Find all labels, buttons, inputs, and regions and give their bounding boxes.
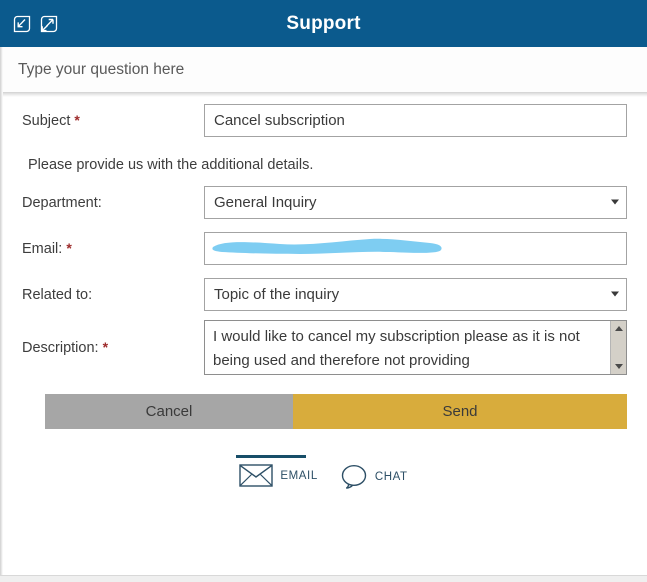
description-label: Description: * <box>22 339 204 356</box>
tab-email[interactable]: EMAIL <box>236 455 318 487</box>
cancel-button[interactable]: Cancel <box>45 394 293 429</box>
department-label-text: Department: <box>22 194 102 211</box>
form-row-email: Email: * <box>22 225 627 271</box>
description-field-wrap: I would like to cancel my subscription p… <box>204 319 627 375</box>
description-label-text: Description: <box>22 339 99 356</box>
support-form: Subject * Please provide us with the add… <box>0 97 647 377</box>
scroll-up-icon[interactable] <box>611 321 627 336</box>
department-select[interactable]: General Inquiry <box>204 185 627 219</box>
tab-chat[interactable]: CHAT <box>340 455 408 489</box>
subject-field-wrap <box>204 103 627 137</box>
department-field-wrap: General Inquiry <box>204 185 627 219</box>
description-scrollbar[interactable] <box>610 320 627 374</box>
channel-tabs: EMAIL CHAT <box>0 455 647 489</box>
page-title: Support <box>286 13 361 34</box>
form-row-department: Department: General Inquiry <box>22 179 627 225</box>
minimize-icon[interactable] <box>38 13 60 35</box>
department-label: Department: <box>22 194 204 211</box>
question-bar[interactable]: Type your question here <box>0 47 647 93</box>
description-textarea-wrap: I would like to cancel my subscription p… <box>204 319 627 375</box>
email-input[interactable] <box>204 231 627 265</box>
send-button[interactable]: Send <box>293 394 627 429</box>
chat-bubble-icon <box>340 464 368 489</box>
window-bottom-edge <box>0 575 647 582</box>
department-selected-value: General Inquiry <box>214 193 317 211</box>
description-required-marker: * <box>102 338 109 355</box>
department-select-wrap: General Inquiry <box>204 185 627 219</box>
related-to-selected-value: Topic of the inquiry <box>214 285 340 303</box>
subject-input[interactable] <box>204 103 627 137</box>
related-to-field-wrap: Topic of the inquiry <box>204 277 627 311</box>
scroll-down-icon[interactable] <box>611 359 627 374</box>
subject-required-marker: * <box>74 111 80 128</box>
tab-chat-label: CHAT <box>374 470 408 483</box>
pop-out-icon[interactable] <box>11 13 33 35</box>
related-to-label: Related to: <box>22 286 204 303</box>
related-to-select-wrap: Topic of the inquiry <box>204 277 627 311</box>
additional-details-note: Please provide us with the additional de… <box>28 157 314 173</box>
question-input-placeholder: Type your question here <box>18 60 185 78</box>
email-field-wrap <box>204 231 627 265</box>
envelope-icon <box>239 464 274 487</box>
subject-label-text: Subject <box>22 112 71 129</box>
subject-label: Subject * <box>22 112 204 129</box>
related-to-label-text: Related to: <box>22 286 93 303</box>
email-required-marker: * <box>66 239 72 256</box>
email-label: Email: * <box>22 240 204 257</box>
form-actions: Cancel Send <box>45 394 627 429</box>
form-row-related-to: Related to: Topic of the inquiry <box>22 271 627 317</box>
tab-email-label: EMAIL <box>280 469 318 482</box>
support-widget: Support Type your question here Subject … <box>0 0 647 582</box>
related-to-select[interactable]: Topic of the inquiry <box>204 277 627 311</box>
form-row-description: Description: * I would like to cancel my… <box>22 317 627 377</box>
titlebar-icon-group <box>11 13 60 35</box>
email-label-text: Email: <box>22 240 63 257</box>
form-row-subject: Subject * <box>22 97 627 143</box>
description-textarea[interactable]: I would like to cancel my subscription p… <box>205 321 610 374</box>
window-titlebar: Support <box>0 0 647 47</box>
